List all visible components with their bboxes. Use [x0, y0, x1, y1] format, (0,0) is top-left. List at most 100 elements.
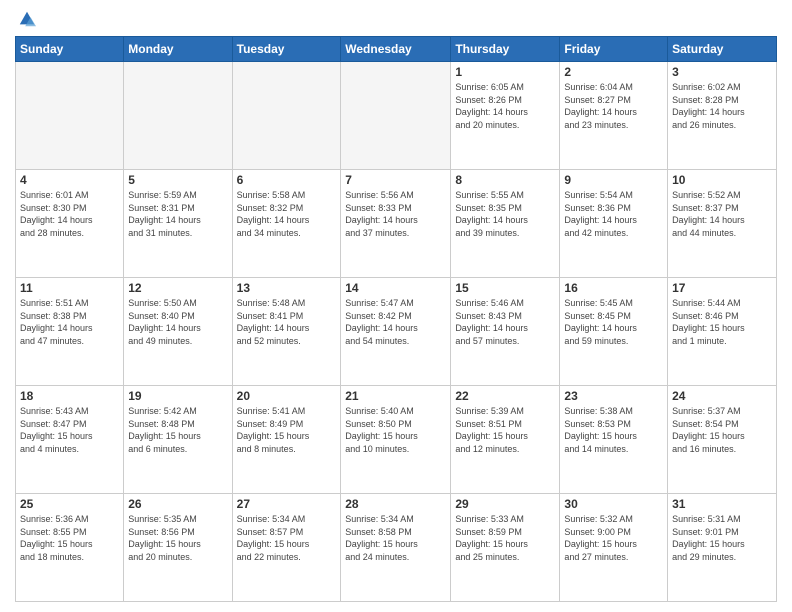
- day-info: Sunrise: 6:02 AM Sunset: 8:28 PM Dayligh…: [672, 81, 772, 131]
- calendar-cell: 13 Sunrise: 5:48 AM Sunset: 8:41 PM Dayli…: [232, 278, 341, 386]
- day-number: 29: [455, 497, 555, 511]
- calendar-cell: 9 Sunrise: 5:54 AM Sunset: 8:36 PM Daylig…: [560, 170, 668, 278]
- calendar-week-4: 25 Sunrise: 5:36 AM Sunset: 8:55 PM Dayli…: [16, 494, 777, 602]
- day-info: Sunrise: 5:36 AM Sunset: 8:55 PM Dayligh…: [20, 513, 119, 563]
- day-number: 10: [672, 173, 772, 187]
- day-number: 8: [455, 173, 555, 187]
- day-number: 16: [564, 281, 663, 295]
- logo-icon: [18, 10, 36, 28]
- calendar-cell: 16 Sunrise: 5:45 AM Sunset: 8:45 PM Dayli…: [560, 278, 668, 386]
- calendar-header-friday: Friday: [560, 37, 668, 62]
- day-info: Sunrise: 5:33 AM Sunset: 8:59 PM Dayligh…: [455, 513, 555, 563]
- calendar-cell: 15 Sunrise: 5:46 AM Sunset: 8:43 PM Dayli…: [451, 278, 560, 386]
- calendar-header-tuesday: Tuesday: [232, 37, 341, 62]
- day-number: 31: [672, 497, 772, 511]
- calendar-cell: 26 Sunrise: 5:35 AM Sunset: 8:56 PM Dayli…: [124, 494, 232, 602]
- day-number: 30: [564, 497, 663, 511]
- day-info: Sunrise: 5:51 AM Sunset: 8:38 PM Dayligh…: [20, 297, 119, 347]
- day-number: 26: [128, 497, 227, 511]
- day-info: Sunrise: 5:38 AM Sunset: 8:53 PM Dayligh…: [564, 405, 663, 455]
- day-number: 18: [20, 389, 119, 403]
- calendar-cell: 22 Sunrise: 5:39 AM Sunset: 8:51 PM Dayli…: [451, 386, 560, 494]
- day-info: Sunrise: 5:45 AM Sunset: 8:45 PM Dayligh…: [564, 297, 663, 347]
- day-number: 1: [455, 65, 555, 79]
- day-number: 17: [672, 281, 772, 295]
- day-number: 22: [455, 389, 555, 403]
- calendar-week-0: 1 Sunrise: 6:05 AM Sunset: 8:26 PM Daylig…: [16, 62, 777, 170]
- calendar-cell: 11Sunrise: 5:51 AM Sunset: 8:38 PM Dayli…: [16, 278, 124, 386]
- calendar-cell: 2 Sunrise: 6:04 AM Sunset: 8:27 PM Daylig…: [560, 62, 668, 170]
- calendar-cell: 28 Sunrise: 5:34 AM Sunset: 8:58 PM Dayli…: [341, 494, 451, 602]
- calendar-header-sunday: Sunday: [16, 37, 124, 62]
- day-info: Sunrise: 5:52 AM Sunset: 8:37 PM Dayligh…: [672, 189, 772, 239]
- calendar-cell: 7 Sunrise: 5:56 AM Sunset: 8:33 PM Daylig…: [341, 170, 451, 278]
- calendar-cell: 10 Sunrise: 5:52 AM Sunset: 8:37 PM Dayli…: [668, 170, 777, 278]
- calendar-header-saturday: Saturday: [668, 37, 777, 62]
- day-info: Sunrise: 5:56 AM Sunset: 8:33 PM Dayligh…: [345, 189, 446, 239]
- calendar-cell: 17 Sunrise: 5:44 AM Sunset: 8:46 PM Dayli…: [668, 278, 777, 386]
- calendar-header-wednesday: Wednesday: [341, 37, 451, 62]
- day-number: 9: [564, 173, 663, 187]
- day-number: 28: [345, 497, 446, 511]
- calendar-week-2: 11Sunrise: 5:51 AM Sunset: 8:38 PM Dayli…: [16, 278, 777, 386]
- day-info: Sunrise: 5:46 AM Sunset: 8:43 PM Dayligh…: [455, 297, 555, 347]
- day-number: 6: [237, 173, 337, 187]
- day-number: 15: [455, 281, 555, 295]
- day-info: Sunrise: 5:43 AM Sunset: 8:47 PM Dayligh…: [20, 405, 119, 455]
- calendar-header-thursday: Thursday: [451, 37, 560, 62]
- calendar-cell: 6 Sunrise: 5:58 AM Sunset: 8:32 PM Daylig…: [232, 170, 341, 278]
- calendar-cell: 25 Sunrise: 5:36 AM Sunset: 8:55 PM Dayli…: [16, 494, 124, 602]
- day-info: Sunrise: 5:34 AM Sunset: 8:58 PM Dayligh…: [345, 513, 446, 563]
- calendar-cell: 20Sunrise: 5:41 AM Sunset: 8:49 PM Dayli…: [232, 386, 341, 494]
- calendar-cell: 5Sunrise: 5:59 AM Sunset: 8:31 PM Daylig…: [124, 170, 232, 278]
- calendar-cell: 19Sunrise: 5:42 AM Sunset: 8:48 PM Dayli…: [124, 386, 232, 494]
- day-info: Sunrise: 5:35 AM Sunset: 8:56 PM Dayligh…: [128, 513, 227, 563]
- day-info: Sunrise: 6:05 AM Sunset: 8:26 PM Dayligh…: [455, 81, 555, 131]
- day-number: 14: [345, 281, 446, 295]
- day-number: 13: [237, 281, 337, 295]
- calendar-cell: 8 Sunrise: 5:55 AM Sunset: 8:35 PM Daylig…: [451, 170, 560, 278]
- calendar-cell: 27 Sunrise: 5:34 AM Sunset: 8:57 PM Dayli…: [232, 494, 341, 602]
- calendar-cell: 1 Sunrise: 6:05 AM Sunset: 8:26 PM Daylig…: [451, 62, 560, 170]
- calendar-cell: 21Sunrise: 5:40 AM Sunset: 8:50 PM Dayli…: [341, 386, 451, 494]
- calendar-cell: [124, 62, 232, 170]
- day-info: Sunrise: 5:37 AM Sunset: 8:54 PM Dayligh…: [672, 405, 772, 455]
- day-number: 2: [564, 65, 663, 79]
- day-number: 25: [20, 497, 119, 511]
- day-number: 27: [237, 497, 337, 511]
- calendar-cell: 23 Sunrise: 5:38 AM Sunset: 8:53 PM Dayli…: [560, 386, 668, 494]
- day-info: Sunrise: 5:39 AM Sunset: 8:51 PM Dayligh…: [455, 405, 555, 455]
- calendar-header-row: SundayMondayTuesdayWednesdayThursdayFrid…: [16, 37, 777, 62]
- day-info: Sunrise: 5:40 AM Sunset: 8:50 PM Dayligh…: [345, 405, 446, 455]
- day-number: 7: [345, 173, 446, 187]
- day-number: 3: [672, 65, 772, 79]
- calendar-cell: 12Sunrise: 5:50 AM Sunset: 8:40 PM Dayli…: [124, 278, 232, 386]
- header: [15, 10, 777, 28]
- calendar-week-1: 4Sunrise: 6:01 AM Sunset: 8:30 PM Daylig…: [16, 170, 777, 278]
- page: SundayMondayTuesdayWednesdayThursdayFrid…: [0, 0, 792, 612]
- day-info: Sunrise: 5:34 AM Sunset: 8:57 PM Dayligh…: [237, 513, 337, 563]
- calendar-cell: [232, 62, 341, 170]
- day-info: Sunrise: 5:54 AM Sunset: 8:36 PM Dayligh…: [564, 189, 663, 239]
- calendar-table: SundayMondayTuesdayWednesdayThursdayFrid…: [15, 36, 777, 602]
- day-number: 24: [672, 389, 772, 403]
- calendar-week-3: 18 Sunrise: 5:43 AM Sunset: 8:47 PM Dayli…: [16, 386, 777, 494]
- calendar-cell: 4Sunrise: 6:01 AM Sunset: 8:30 PM Daylig…: [16, 170, 124, 278]
- calendar-header-monday: Monday: [124, 37, 232, 62]
- day-number: 23: [564, 389, 663, 403]
- day-info: Sunrise: 5:55 AM Sunset: 8:35 PM Dayligh…: [455, 189, 555, 239]
- day-info: Sunrise: 5:59 AM Sunset: 8:31 PM Dayligh…: [128, 189, 227, 239]
- calendar-cell: 30Sunrise: 5:32 AM Sunset: 9:00 PM Dayli…: [560, 494, 668, 602]
- calendar-cell: 24 Sunrise: 5:37 AM Sunset: 8:54 PM Dayli…: [668, 386, 777, 494]
- calendar-cell: [16, 62, 124, 170]
- day-info: Sunrise: 5:31 AM Sunset: 9:01 PM Dayligh…: [672, 513, 772, 563]
- logo-text: [15, 10, 36, 28]
- day-number: 12: [128, 281, 227, 295]
- logo: [15, 10, 36, 28]
- day-number: 4: [20, 173, 119, 187]
- day-info: Sunrise: 5:48 AM Sunset: 8:41 PM Dayligh…: [237, 297, 337, 347]
- day-info: Sunrise: 6:04 AM Sunset: 8:27 PM Dayligh…: [564, 81, 663, 131]
- day-info: Sunrise: 5:58 AM Sunset: 8:32 PM Dayligh…: [237, 189, 337, 239]
- calendar-cell: 14Sunrise: 5:47 AM Sunset: 8:42 PM Dayli…: [341, 278, 451, 386]
- day-info: Sunrise: 5:44 AM Sunset: 8:46 PM Dayligh…: [672, 297, 772, 347]
